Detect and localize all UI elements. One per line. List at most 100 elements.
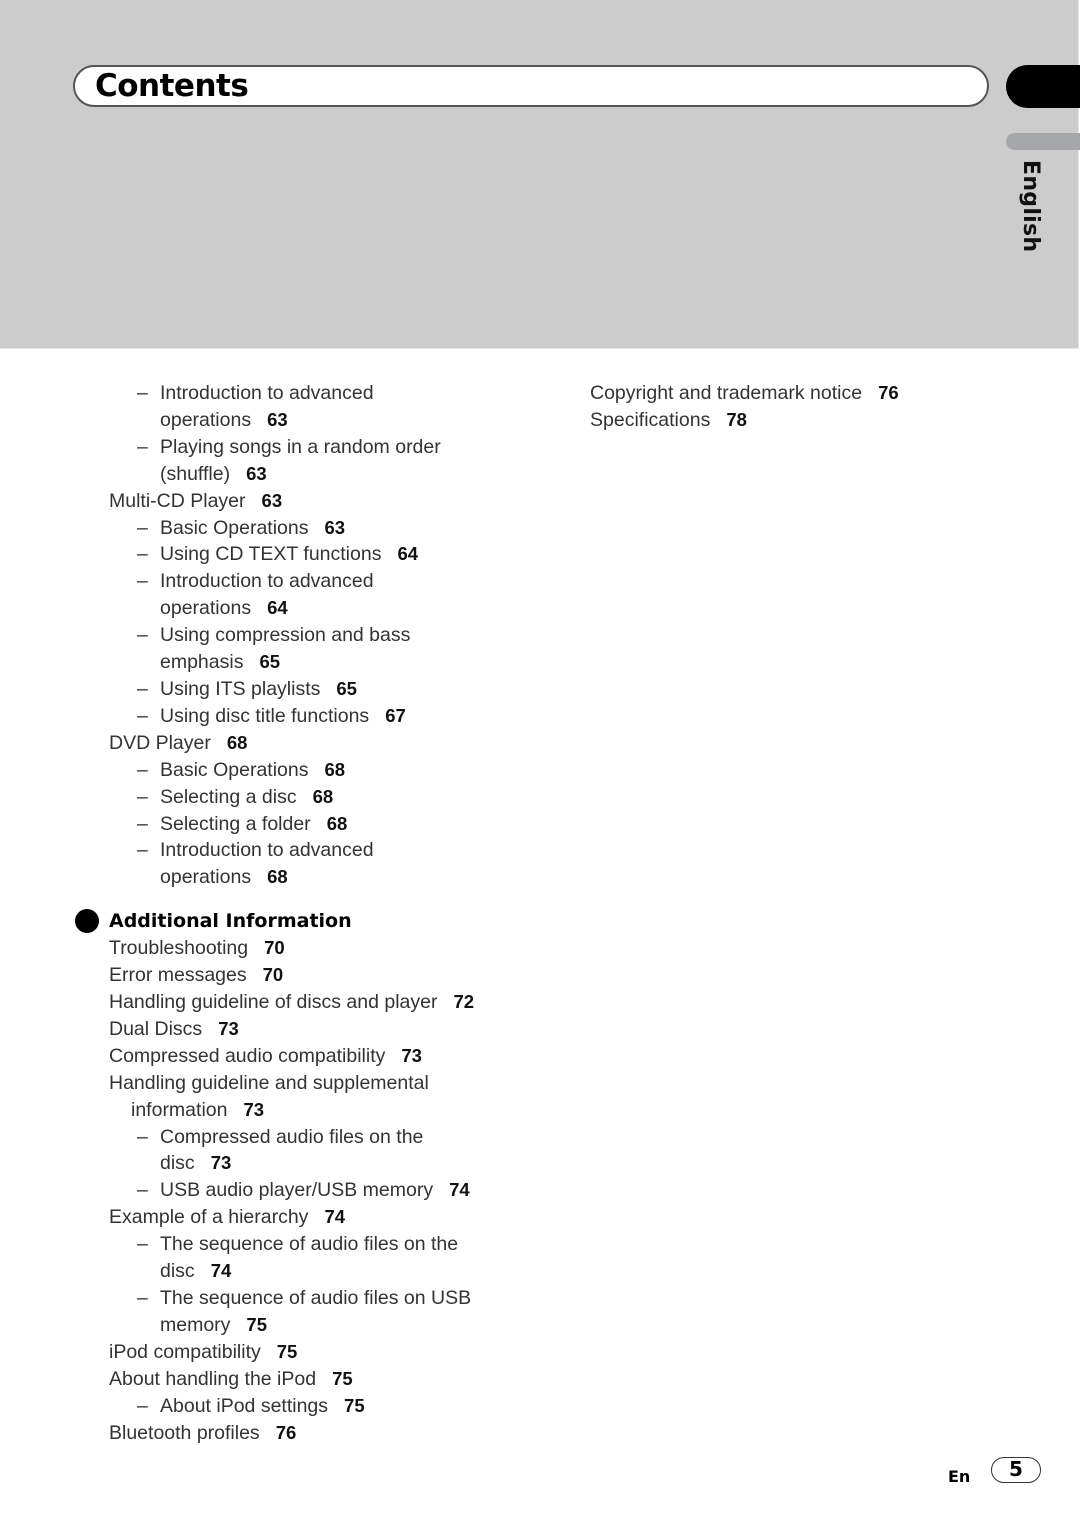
toc-entry[interactable]: Error messages 70 xyxy=(0,962,560,989)
toc-entry[interactable]: – Basic Operations 68 xyxy=(0,757,560,784)
toc-entry-text: Playing songs in a random order xyxy=(160,435,441,458)
toc-entry[interactable]: – About iPod settings 75 xyxy=(0,1393,560,1420)
toc-entry-text: DVD Player xyxy=(109,731,211,754)
toc-entry[interactable]: Multi-CD Player 63 xyxy=(0,488,560,515)
toc-entry-text: Compressed audio compatibility xyxy=(109,1044,386,1067)
toc-column-1: – Introduction to advanced operations 63– Pl… xyxy=(0,380,560,1446)
toc-entry[interactable]: (shuffle) 63 xyxy=(0,461,560,488)
toc-page-number: 68 xyxy=(326,812,348,834)
toc-entry-text: Specifications xyxy=(590,408,711,431)
toc-page-number: 74 xyxy=(324,1206,346,1228)
toc-entry-text: Dual Discs xyxy=(109,1017,203,1040)
section-heading: Additional Information xyxy=(0,907,560,935)
toc-entry[interactable]: – Basic Operations 63 xyxy=(0,515,560,542)
toc-entry[interactable]: Troubleshooting 70 xyxy=(0,935,560,962)
toc-entry[interactable]: Example of a hierarchy 74 xyxy=(0,1204,560,1231)
toc-page-number: 68 xyxy=(267,866,288,888)
toc-entry[interactable]: – Using disc title functions 67 xyxy=(0,703,560,730)
toc-entry-text: Introduction to advanced xyxy=(160,382,374,404)
toc-entry[interactable]: iPod compatibility 75 xyxy=(0,1339,560,1366)
toc-page-number: 63 xyxy=(261,489,283,511)
toc-entry[interactable]: information 73 xyxy=(0,1097,560,1124)
toc-entry-text: Selecting a folder xyxy=(160,812,311,835)
toc-entry-text: information xyxy=(131,1098,228,1121)
toc-entry[interactable]: Specifications 78 xyxy=(590,407,1040,434)
dash-bullet: – xyxy=(137,677,148,700)
toc-entry[interactable]: Bluetooth profiles 76 xyxy=(0,1420,560,1447)
toc-page-number: 67 xyxy=(385,704,406,726)
toc-page-number: 64 xyxy=(397,543,419,565)
toc-entry[interactable]: – The sequence of audio files on the xyxy=(0,1231,560,1258)
toc-entry-text: Using ITS playlists xyxy=(160,677,321,700)
toc-entry[interactable]: emphasis 65 xyxy=(0,649,560,676)
toc-page-number: 64 xyxy=(267,597,288,619)
toc-entry[interactable]: – USB audio player/USB memory 74 xyxy=(0,1177,560,1204)
toc-entry[interactable]: – Using CD TEXT functions 64 xyxy=(0,541,560,568)
toc-entry[interactable]: operations 63 xyxy=(0,407,560,434)
toc-entry-text: About handling the iPod xyxy=(109,1367,317,1390)
toc-entry-text: Copyright and trademark notice xyxy=(590,382,863,404)
toc-entry[interactable]: – Selecting a folder 68 xyxy=(0,811,560,838)
toc-entry[interactable]: – Introduction to advanced xyxy=(0,380,560,407)
toc-entry-text: The sequence of audio files on USB xyxy=(160,1287,472,1309)
language-tab-marker xyxy=(1006,133,1080,150)
toc-page-number: 70 xyxy=(262,964,284,986)
toc-entry[interactable]: Compressed audio compatibility 73 xyxy=(0,1043,560,1070)
toc-page-number: 63 xyxy=(324,516,346,538)
toc-page-number: 65 xyxy=(336,677,357,699)
toc-page-number: 76 xyxy=(878,382,899,403)
toc-entry[interactable]: – Using ITS playlists 65 xyxy=(0,676,560,703)
toc-entry[interactable]: – Playing songs in a random order xyxy=(0,434,560,461)
toc-entry[interactable]: operations 68 xyxy=(0,864,560,891)
toc-entry[interactable]: – Introduction to advanced xyxy=(0,837,560,864)
toc-entry-text: Example of a hierarchy xyxy=(109,1206,309,1229)
toc-entry[interactable]: – Using compression and bass xyxy=(0,622,560,649)
toc-page-number: 73 xyxy=(243,1098,265,1120)
toc-entry[interactable]: Copyright and trademark notice 76 xyxy=(590,380,1040,407)
dash-bullet: – xyxy=(137,812,148,835)
section-title: Additional Information xyxy=(109,910,352,933)
toc-entry[interactable]: Dual Discs 73 xyxy=(0,1016,560,1043)
dash-bullet: – xyxy=(137,570,148,593)
toc-entry[interactable]: – Compressed audio files on the xyxy=(0,1124,560,1151)
toc-entry[interactable]: disc 74 xyxy=(0,1258,560,1285)
toc-entry-text: The sequence of audio files on the xyxy=(160,1233,459,1256)
toc-entry[interactable]: – Introduction to advanced xyxy=(0,568,560,595)
dash-bullet: – xyxy=(137,839,148,862)
header-band xyxy=(0,0,1079,349)
dash-bullet: – xyxy=(137,382,148,404)
toc-entry[interactable]: – Selecting a disc 68 xyxy=(0,784,560,811)
toc-page-number: 75 xyxy=(276,1340,298,1362)
toc-page-number: 75 xyxy=(344,1394,365,1416)
toc-page-number: 78 xyxy=(726,408,747,430)
page-number: 5 xyxy=(991,1457,1041,1483)
toc-entry-text: Introduction to advanced xyxy=(160,839,374,862)
toc-entry[interactable]: memory 75 xyxy=(0,1312,560,1339)
dash-bullet: – xyxy=(137,785,148,808)
toc-page-number: 73 xyxy=(210,1152,232,1174)
toc-entry-text: disc xyxy=(160,1260,195,1283)
toc-entry-text: Handling guideline of discs and player xyxy=(109,991,438,1014)
toc-entry-text: Multi-CD Player xyxy=(109,489,246,512)
section-tab xyxy=(1006,65,1080,108)
toc-entry[interactable]: DVD Player 68 xyxy=(0,730,560,757)
toc-entry-text: Basic Operations xyxy=(160,516,309,539)
toc-entry[interactable]: About handling the iPod 75 xyxy=(0,1366,560,1393)
toc-page-number: 65 xyxy=(259,651,281,673)
toc-entry-text: Selecting a disc xyxy=(160,785,297,808)
dash-bullet: – xyxy=(137,704,148,727)
toc-entry[interactable]: disc 73 xyxy=(0,1150,560,1177)
toc-entry[interactable]: Handling guideline and supplemental xyxy=(0,1070,560,1097)
toc-entry-text: Basic Operations xyxy=(160,758,309,781)
toc-page-number: 75 xyxy=(332,1367,353,1389)
footer-language-code: En xyxy=(948,1467,971,1486)
toc-page-number: 63 xyxy=(246,462,267,484)
dash-bullet: – xyxy=(137,1394,148,1417)
toc-entry[interactable]: operations 64 xyxy=(0,595,560,622)
toc-page-number: 74 xyxy=(449,1179,470,1201)
toc-page-number: 68 xyxy=(324,758,346,780)
toc-page-number: 73 xyxy=(401,1044,422,1066)
toc-entry[interactable]: Handling guideline of discs and player 72 xyxy=(0,989,560,1016)
section-bullet-icon xyxy=(75,909,99,934)
toc-entry[interactable]: – The sequence of audio files on USB xyxy=(0,1285,560,1312)
